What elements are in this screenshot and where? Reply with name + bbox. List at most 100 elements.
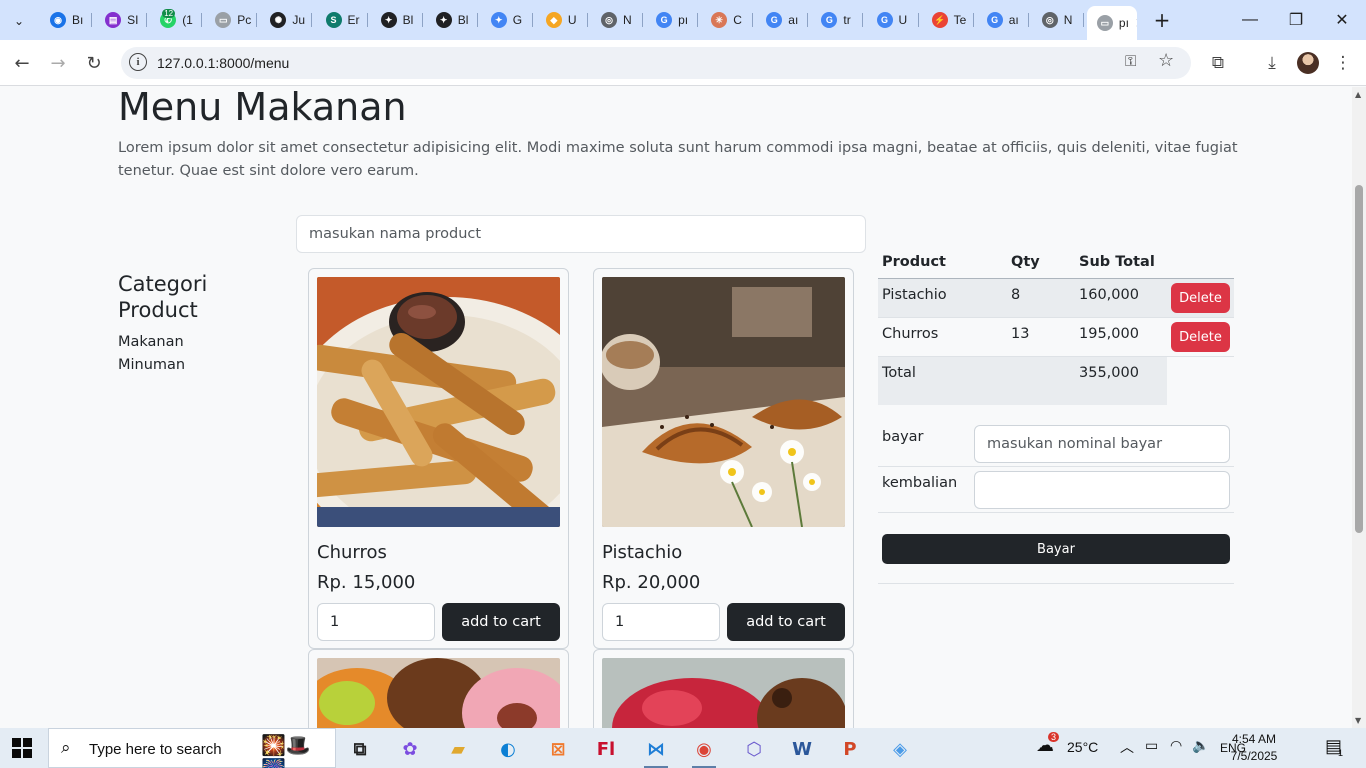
github-icon: ◎ <box>1041 12 1058 28</box>
browser-tab-label: N <box>623 13 632 27</box>
back-arrow-icon[interactable]: ← <box>9 50 35 76</box>
close-tab-icon[interactable]: ✕ <box>1135 15 1137 32</box>
site-info-icon[interactable]: i <box>129 53 147 71</box>
browser-tab[interactable]: ◎ N <box>1032 6 1084 34</box>
page-scrollbar[interactable]: ▲ ▼ <box>1352 87 1366 728</box>
chrome-icon: ◉ <box>50 12 66 28</box>
browser-tab[interactable]: ✦ Bl <box>426 6 478 34</box>
browser-tab[interactable]: ✺ Ju <box>260 6 313 34</box>
bayar-button[interactable]: Bayar <box>882 534 1230 564</box>
browser-tab-label: Bı <box>72 13 84 27</box>
file-explorer-icon[interactable]: ▰ <box>438 732 478 766</box>
copilot-icon[interactable]: ✿ <box>390 732 430 766</box>
edge-icon[interactable]: ◐ <box>488 732 528 766</box>
tab-separator <box>1027 13 1029 27</box>
category-item-makanan[interactable]: Makanan <box>118 334 184 350</box>
task-view-icon[interactable]: ⧉ <box>340 732 380 766</box>
close-window-icon[interactable]: ✕ <box>1330 8 1354 32</box>
kembalian-row: kembalian <box>878 467 1234 513</box>
battery-icon[interactable]: ▭ <box>1145 737 1158 754</box>
browser-tab[interactable]: ⚡ Te <box>922 6 974 34</box>
volume-icon[interactable]: 🔈 <box>1192 737 1209 754</box>
slides-icon: ▤ <box>105 12 122 28</box>
browser-toolbar: ← → ↻ i 127.0.0.1:8000/menu ⚿ ☆ ⧉ ⤓ ⋮ <box>0 40 1366 86</box>
browser-tab[interactable]: Gpı <box>646 6 699 34</box>
browser-tab[interactable]: ✦ Bl <box>371 6 423 34</box>
browser-tab[interactable]: ◆ U <box>536 6 588 34</box>
browser-tab[interactable]: GU <box>867 6 919 34</box>
add-to-cart-button[interactable]: add to cart <box>727 603 845 641</box>
browser-tab[interactable]: ✦ G <box>481 6 533 34</box>
page-title: Menu Makanan <box>118 87 407 129</box>
bayar-input[interactable] <box>974 425 1230 463</box>
browser-tab[interactable]: ✳ C <box>701 6 754 34</box>
download-icon[interactable]: ⤓ <box>1259 50 1285 76</box>
profile-avatar[interactable] <box>1297 52 1319 74</box>
wifi-icon[interactable]: ◠ <box>1170 737 1182 754</box>
address-url[interactable]: 127.0.0.1:8000/menu <box>157 55 289 71</box>
google-icon: G <box>766 12 783 28</box>
browser-tab-label: Te <box>953 13 967 27</box>
browser-tab-label: N <box>1063 13 1073 27</box>
pay-row: Bayar <box>878 513 1234 584</box>
tab-separator <box>807 13 809 27</box>
forward-arrow-icon[interactable]: → <box>45 50 71 76</box>
browser-tab[interactable]: S Er <box>316 6 368 34</box>
xampp-icon[interactable]: ⊠ <box>538 732 578 766</box>
kembalian-input[interactable] <box>974 471 1230 509</box>
chevron-up-icon[interactable]: ︿ <box>1120 737 1134 757</box>
browser-tab[interactable]: ▭ pı ✕ <box>1086 6 1137 40</box>
taskbar-search-box[interactable]: ⌕ Type here to search 🎇🎩🎆 <box>48 728 336 768</box>
chrome-taskbar-icon[interactable]: ◉ <box>684 732 724 768</box>
word-icon[interactable]: W <box>782 732 822 766</box>
browser-tab[interactable]: ▤ SI <box>95 6 148 34</box>
quantity-input[interactable] <box>602 603 720 641</box>
cart-total-row: Total 355,000 <box>878 357 1167 405</box>
quantity-input[interactable] <box>317 603 435 641</box>
windows-start-icon[interactable] <box>12 738 32 758</box>
scroll-up-icon[interactable]: ▲ <box>1355 90 1361 99</box>
tab-separator <box>642 13 643 27</box>
flash-app-icon[interactable]: Fl <box>586 732 626 766</box>
page-icon: ▭ <box>1096 15 1113 31</box>
browser-tab[interactable]: ✆ (1 12 <box>150 6 203 34</box>
reload-icon[interactable]: ↻ <box>81 50 107 76</box>
extensions-icon[interactable]: ⧉ <box>1205 50 1231 76</box>
browser-tab[interactable]: ▭ Pc <box>205 6 258 34</box>
taskbar-clock[interactable]: 4:54 AM 7/5/2025 <box>1228 731 1280 765</box>
tab-separator <box>256 13 258 27</box>
password-key-icon[interactable]: ⚿ <box>1125 52 1136 70</box>
new-tab-button[interactable]: + <box>1150 8 1174 32</box>
powerpoint-icon[interactable]: P <box>830 732 870 766</box>
app-diamond-icon[interactable]: ◈ <box>880 732 920 766</box>
category-item-minuman[interactable]: Minuman <box>118 357 185 373</box>
browser-tab[interactable]: Gaı <box>756 6 809 34</box>
cart-header-row: Product Qty Sub Total <box>878 249 1234 279</box>
tab-separator <box>201 13 203 27</box>
restore-icon[interactable]: ❐ <box>1284 8 1308 32</box>
minimize-icon[interactable]: — <box>1238 8 1262 32</box>
vscode-icon[interactable]: ⋈ <box>636 732 676 768</box>
browser-tab-label: C <box>733 13 742 27</box>
menu-kebab-icon[interactable]: ⋮ <box>1330 50 1356 76</box>
bookmark-star-icon[interactable]: ☆ <box>1158 50 1174 71</box>
product-search-input[interactable] <box>296 215 866 253</box>
weather-badge: 3 <box>1048 732 1060 742</box>
browser-tab-label: aı <box>1008 13 1019 27</box>
tab-search-chevron-icon[interactable]: ⌄ <box>6 8 32 34</box>
scrollbar-thumb[interactable] <box>1355 185 1363 533</box>
browser-tab[interactable]: ◎ N <box>591 6 643 34</box>
browser-tab-label: Pc <box>237 13 252 27</box>
address-bar[interactable]: i 127.0.0.1:8000/menu ⚿ ☆ <box>121 47 1191 79</box>
virtualbox-icon[interactable]: ⬡ <box>734 732 774 766</box>
delete-button[interactable]: Delete <box>1171 322 1230 352</box>
scroll-down-icon[interactable]: ▼ <box>1355 716 1361 725</box>
weather-temp[interactable]: 25°C <box>1067 739 1098 755</box>
browser-tab[interactable]: Gtr <box>811 6 864 34</box>
product-image-churros <box>317 277 560 527</box>
delete-button[interactable]: Delete <box>1171 283 1230 313</box>
add-to-cart-button[interactable]: add to cart <box>442 603 560 641</box>
browser-tab[interactable]: ◉ Bı <box>40 6 92 34</box>
browser-tab[interactable]: Gaı <box>977 6 1029 34</box>
tab-separator <box>366 13 368 27</box>
